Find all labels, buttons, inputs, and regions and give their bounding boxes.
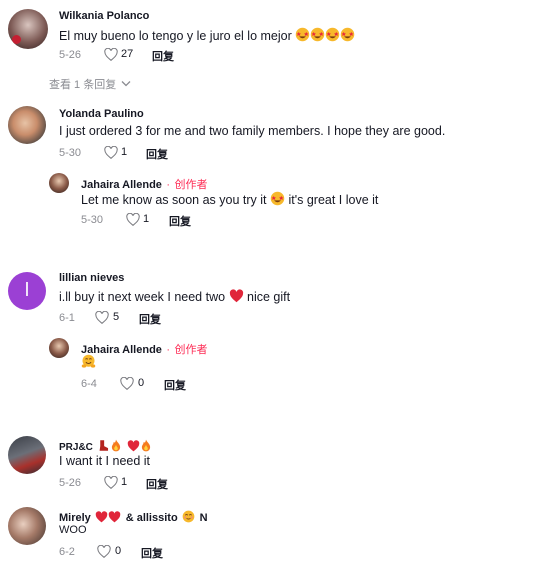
like-heart-icon[interactable] <box>97 545 111 558</box>
creator-badge: 创作者 <box>174 344 208 356</box>
comment-author[interactable]: Mirely <box>59 512 91 524</box>
comment-date: 5-26 <box>59 49 82 61</box>
like-heart-icon[interactable] <box>120 377 134 390</box>
avatar[interactable] <box>8 106 46 144</box>
avatar[interactable] <box>8 436 46 474</box>
like-count: 1 <box>121 146 128 158</box>
avatar[interactable] <box>49 173 69 193</box>
reply-button[interactable]: 回复 <box>139 311 161 327</box>
chevron-down-icon <box>121 81 131 87</box>
reply-author-line: Jahaira Allende · 创作者 <box>81 340 207 358</box>
separator-dot: · <box>166 344 171 356</box>
hugging-emoji-icon <box>81 354 96 369</box>
comment-author[interactable]: Jahaira Allende <box>81 179 162 191</box>
like-heart-icon[interactable] <box>104 48 118 61</box>
comment-text: I just ordered 3 for me and two family m… <box>59 124 446 138</box>
like-heart-icon[interactable] <box>104 146 118 159</box>
comment-author[interactable]: Wilkania Polanco <box>59 10 149 22</box>
avatar[interactable]: l <box>8 272 46 310</box>
comment-author-part[interactable]: N <box>200 512 208 524</box>
avatar-letter: l <box>24 280 30 301</box>
avatar[interactable] <box>8 507 46 545</box>
reply-button[interactable]: 回复 <box>169 213 191 229</box>
like-count: 0 <box>115 545 122 557</box>
comment-date: 6-4 <box>81 378 97 390</box>
comment-date: 5-30 <box>59 147 82 159</box>
comment-text: El muy bueno lo tengo y le juro el lo me… <box>59 27 355 45</box>
like-count: 5 <box>113 311 120 323</box>
like-heart-icon[interactable] <box>95 311 109 324</box>
fire-emoji-icon <box>140 439 152 452</box>
separator-dot: · <box>166 179 171 191</box>
comment-text: I want it I need it <box>59 454 151 468</box>
red-heart-emoji-icon <box>127 440 140 452</box>
comment-text: Let me know as soon as you try it it's g… <box>81 191 379 207</box>
reply-button[interactable]: 回复 <box>141 545 163 561</box>
reply-button[interactable]: 回复 <box>152 48 174 64</box>
like-count: 1 <box>121 476 128 488</box>
red-heart-emoji-icon <box>229 289 244 303</box>
star-struck-emoji-icon <box>270 191 285 206</box>
comment-author[interactable]: PRJ&C <box>59 442 93 453</box>
comment-author-part[interactable]: & allissito <box>126 512 178 524</box>
like-heart-icon[interactable] <box>104 476 118 489</box>
comment-date: 5-26 <box>59 477 82 489</box>
comment-author[interactable]: Yolanda Paulino <box>59 108 144 120</box>
comment-author-line: PRJ&C <box>59 437 152 455</box>
like-count: 27 <box>121 48 134 60</box>
comment-date: 6-2 <box>59 546 75 558</box>
comment-date: 5-30 <box>81 214 104 226</box>
like-count: 1 <box>143 213 150 225</box>
view-replies-link[interactable]: 查看 1 条回复 <box>49 76 131 92</box>
red-heart-emoji-icon <box>95 511 108 523</box>
reply-button[interactable]: 回复 <box>146 476 168 492</box>
boot-emoji-icon <box>97 439 110 452</box>
comment-author[interactable]: lillian nieves <box>59 272 124 284</box>
reply-button[interactable]: 回复 <box>146 146 168 162</box>
comment-date: 6-1 <box>59 312 75 324</box>
reply-button[interactable]: 回复 <box>164 377 186 393</box>
fire-emoji-icon <box>110 439 122 452</box>
avatar[interactable] <box>8 9 48 49</box>
like-count: 0 <box>138 377 145 389</box>
blushing-emoji-icon <box>182 510 195 523</box>
red-heart-emoji-icon <box>108 511 121 523</box>
comment-text <box>81 354 96 374</box>
avatar[interactable] <box>49 338 69 358</box>
comment-text: i.ll buy it next week I need two nice gi… <box>59 289 291 304</box>
like-heart-icon[interactable] <box>126 213 140 226</box>
creator-badge: 创作者 <box>174 179 208 191</box>
comment-text: woo <box>59 524 87 536</box>
star-struck-emoji-icon <box>295 27 355 45</box>
